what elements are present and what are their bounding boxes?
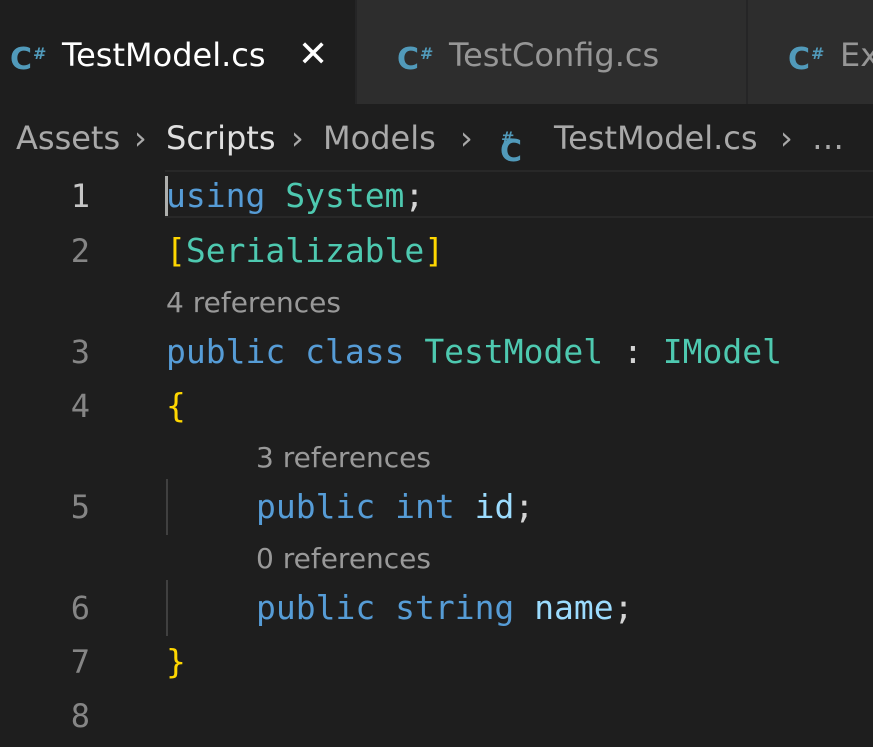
breadcrumb-item-models[interactable]: Models bbox=[323, 118, 436, 158]
breadcrumb-item-scripts[interactable]: Scripts bbox=[166, 118, 275, 158]
tab-testmodel[interactable]: C# TestModel.cs ✕ bbox=[0, 0, 355, 104]
tab-label: TestConfig.cs bbox=[449, 36, 660, 74]
code-line-1: using System; bbox=[166, 174, 424, 218]
keyword: public bbox=[256, 588, 376, 627]
field-name: name bbox=[534, 588, 614, 627]
brace: { bbox=[166, 386, 186, 425]
line-number: 4 bbox=[70, 387, 90, 425]
keyword: public bbox=[166, 332, 286, 371]
indent-guide bbox=[166, 580, 168, 636]
line-number: 1 bbox=[70, 177, 90, 215]
line-number: 5 bbox=[70, 488, 90, 526]
line-number: 8 bbox=[70, 697, 90, 735]
chevron-right-icon: › bbox=[134, 119, 147, 157]
keyword: string bbox=[395, 588, 515, 627]
breadcrumb-item-assets[interactable]: Assets bbox=[16, 118, 120, 158]
breadcrumb: Assets › Scripts › Models › C # TestModel… bbox=[0, 104, 873, 169]
class-name: TestModel bbox=[424, 332, 604, 371]
chevron-right-icon: › bbox=[460, 119, 473, 157]
attribute-name: Serializable bbox=[185, 231, 425, 270]
code-line-6: public string name; bbox=[256, 586, 634, 630]
keyword: class bbox=[305, 332, 405, 371]
csharp-icon: C# bbox=[788, 42, 825, 77]
type-name: System bbox=[285, 176, 405, 215]
interface-name: IModel bbox=[662, 332, 782, 371]
brace: } bbox=[166, 642, 186, 681]
line-number: 6 bbox=[70, 589, 90, 627]
punctuation: ; bbox=[404, 176, 425, 215]
codelens-references[interactable]: 3 references bbox=[256, 440, 431, 476]
punctuation: : bbox=[603, 332, 663, 371]
keyword: public bbox=[256, 487, 376, 526]
tab-label: Ex bbox=[840, 36, 873, 74]
code-line-4: { bbox=[166, 384, 186, 428]
bracket: ] bbox=[424, 231, 445, 270]
csharp-icon: C# bbox=[500, 128, 523, 169]
line-number: 3 bbox=[70, 333, 90, 371]
chevron-right-icon: › bbox=[291, 119, 304, 157]
codelens-references[interactable]: 4 references bbox=[166, 285, 341, 321]
punctuation: ; bbox=[613, 588, 634, 627]
breadcrumb-item-file[interactable]: TestModel.cs bbox=[554, 118, 758, 158]
tab-testconfig[interactable]: C# TestConfig.cs bbox=[357, 0, 746, 104]
close-icon[interactable]: ✕ bbox=[298, 34, 328, 76]
keyword: int bbox=[395, 487, 455, 526]
csharp-icon: C# bbox=[10, 42, 47, 77]
punctuation: ; bbox=[514, 487, 535, 526]
line-number: 7 bbox=[70, 643, 90, 681]
code-line-3: public class TestModel : IModel bbox=[166, 330, 782, 374]
line-number: 2 bbox=[70, 232, 90, 270]
tab-label: TestModel.cs bbox=[62, 36, 266, 74]
chevron-right-icon: › bbox=[780, 119, 793, 157]
breadcrumb-item-symbol[interactable]: … bbox=[812, 118, 844, 158]
field-name: id bbox=[474, 487, 515, 526]
keyword: using bbox=[166, 176, 266, 215]
code-line-7: } bbox=[166, 640, 186, 684]
code-editor[interactable]: 1 2 3 4 5 6 7 8 using System; [Serializa… bbox=[0, 164, 873, 747]
indent-guide bbox=[166, 479, 168, 535]
code-line-2: [Serializable] bbox=[166, 229, 444, 273]
tab-bar: C# TestModel.cs ✕ C# TestConfig.cs C# Ex bbox=[0, 0, 873, 104]
code-line-5: public int id; bbox=[256, 485, 534, 529]
tab-ex[interactable]: C# Ex bbox=[748, 0, 873, 104]
bracket: [ bbox=[166, 231, 186, 270]
csharp-icon: C# bbox=[397, 42, 434, 77]
codelens-references[interactable]: 0 references bbox=[256, 541, 431, 577]
